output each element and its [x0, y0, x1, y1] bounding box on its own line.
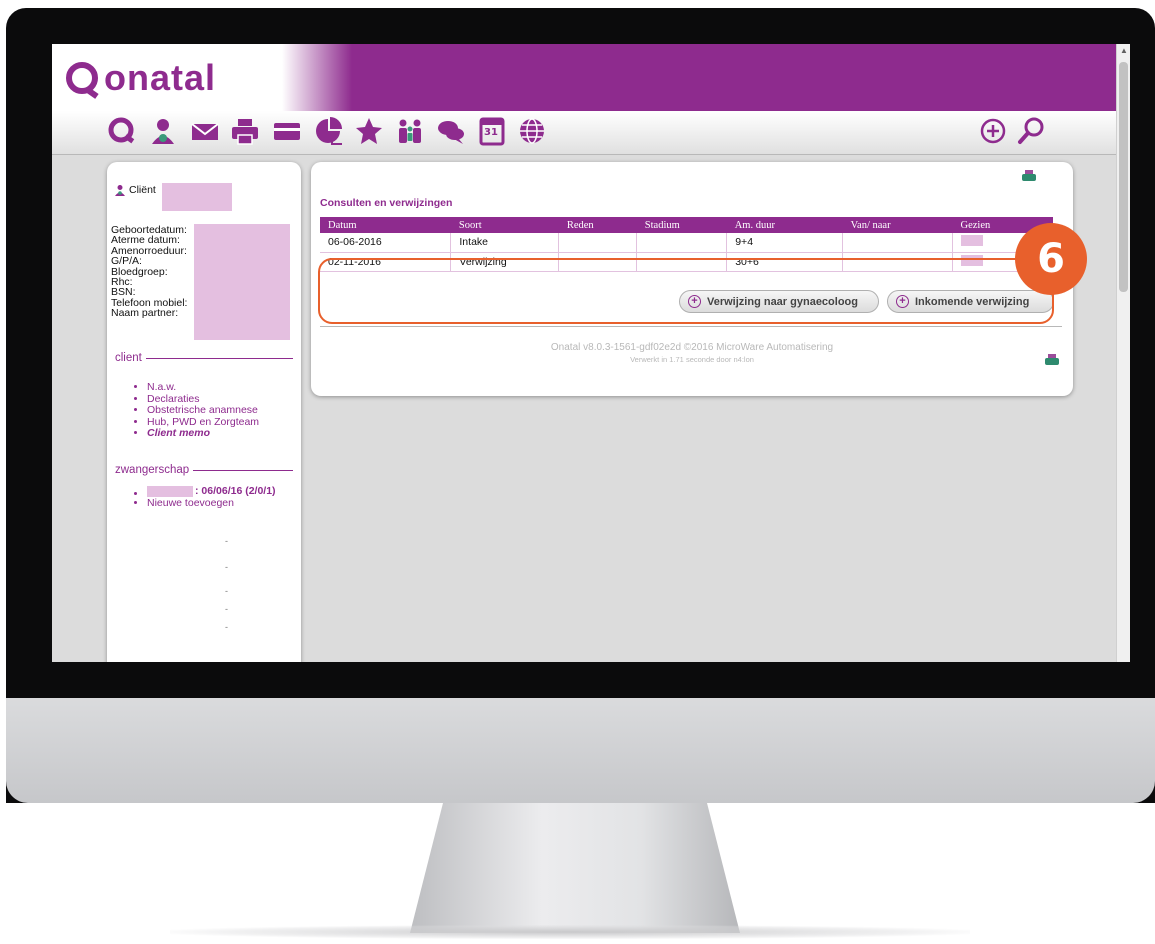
search-icon[interactable] [1016, 116, 1046, 146]
panel-title: Consulten en verwijzingen [320, 197, 453, 209]
column-header[interactable]: Am. duur [726, 217, 843, 233]
app-header: onatal [52, 44, 1116, 111]
placeholder-dash: - [225, 562, 228, 572]
table-row[interactable]: 06-06-2016 Intake 9+4 [320, 233, 1053, 253]
people-icon[interactable] [395, 116, 425, 146]
client-icon[interactable] [148, 116, 178, 146]
pregnancy-section-heading: zwangerschap [115, 464, 293, 476]
onatal-logo-icon [66, 62, 98, 94]
pregnancy-name-redacted [147, 486, 193, 498]
scroll-thumb[interactable] [1119, 62, 1128, 292]
add-icon[interactable] [978, 116, 1008, 146]
placeholder-dash: - [225, 604, 228, 614]
link-obstetrische-anamnese[interactable]: Obstetrische anamnese [147, 404, 259, 417]
gezien-checkbox[interactable] [961, 235, 984, 247]
print-icon[interactable] [1045, 354, 1059, 366]
column-header[interactable]: Soort [450, 217, 559, 233]
client-section-label: client [115, 352, 142, 364]
client-sidebar: Cliënt Geboortedatum: Aterme datum: Amen… [107, 162, 301, 662]
table-header-row: Datum Soort Reden Stadium Am. duur Van/ … [320, 217, 1053, 233]
client-icon [114, 184, 126, 196]
step-badge: 6 [1015, 223, 1087, 295]
highlight-frame [318, 258, 1054, 324]
calendar-icon[interactable]: 31 [477, 116, 507, 146]
version-footer: Onatal v8.0.3-1561-gdf02e2d ©2016 MicroW… [550, 342, 834, 353]
column-header[interactable]: Reden [558, 217, 637, 233]
monitor-stand-base [170, 925, 970, 939]
divider [320, 326, 1062, 327]
vertical-scrollbar[interactable]: ▲ [1116, 44, 1130, 662]
pregnancy-section-label: zwangerschap [115, 464, 190, 476]
scroll-up-icon[interactable]: ▲ [1117, 44, 1130, 58]
cell-van-naar [842, 233, 954, 253]
brand-name: onatal [104, 57, 217, 98]
mail-icon[interactable] [190, 116, 220, 146]
calendar-day: 31 [484, 127, 498, 138]
onatal-logo-icon[interactable] [107, 116, 137, 146]
cell-datum: 06-06-2016 [320, 233, 452, 253]
chat-icon[interactable] [436, 116, 466, 146]
link-nieuwe-toevoegen[interactable]: Nieuwe toevoegen [147, 497, 276, 510]
main-toolbar: 31 [52, 111, 1116, 155]
client-header: Cliënt [114, 184, 156, 196]
star-icon[interactable] [354, 116, 384, 146]
card-icon[interactable] [272, 116, 302, 146]
link-client-memo[interactable]: Client memo [147, 427, 259, 440]
placeholder-dash: - [225, 536, 228, 546]
globe-icon[interactable] [517, 116, 547, 146]
column-header[interactable]: Van/ naar [842, 217, 953, 233]
monitor-stand [410, 803, 740, 933]
onatal-logo[interactable]: onatal [66, 50, 216, 106]
client-label: Cliënt [129, 184, 156, 196]
client-details-redacted [194, 224, 290, 340]
client-details: Geboortedatum: Aterme datum: Amenorroedu… [111, 225, 187, 319]
pregnancy-entry-label: : 06/06/16 (2/0/1) [195, 485, 276, 497]
cell-reden [558, 233, 638, 253]
cell-am-duur: 9+4 [726, 233, 844, 253]
client-section-heading: client [115, 352, 293, 364]
cell-soort: Intake [450, 233, 560, 253]
processing-time: Verwerkt in 1.71 seconde door n4:lon [630, 355, 754, 364]
placeholder-dash: - [225, 586, 228, 596]
chart-icon[interactable] [314, 116, 344, 146]
cell-stadium [636, 233, 728, 253]
link-naw[interactable]: N.a.w. [147, 381, 259, 394]
screen: onatal 31 Cliënt Geboortedatum: Aterme d… [52, 44, 1130, 662]
print-icon[interactable] [230, 116, 260, 146]
monitor-chin [6, 698, 1155, 803]
detail-label: Naam partner: [111, 307, 179, 320]
client-links: N.a.w. Declaraties Obstetrische anamnese… [147, 381, 259, 440]
client-name-redacted [162, 183, 232, 211]
pregnancy-entry[interactable]: : 06/06/16 (2/0/1) [147, 485, 276, 498]
column-header[interactable]: Stadium [636, 217, 727, 233]
print-icon[interactable] [1022, 170, 1036, 182]
column-header[interactable]: Datum [320, 217, 451, 233]
pregnancy-links: : 06/06/16 (2/0/1) Nieuwe toevoegen [147, 485, 276, 510]
placeholder-dash: - [225, 622, 228, 632]
